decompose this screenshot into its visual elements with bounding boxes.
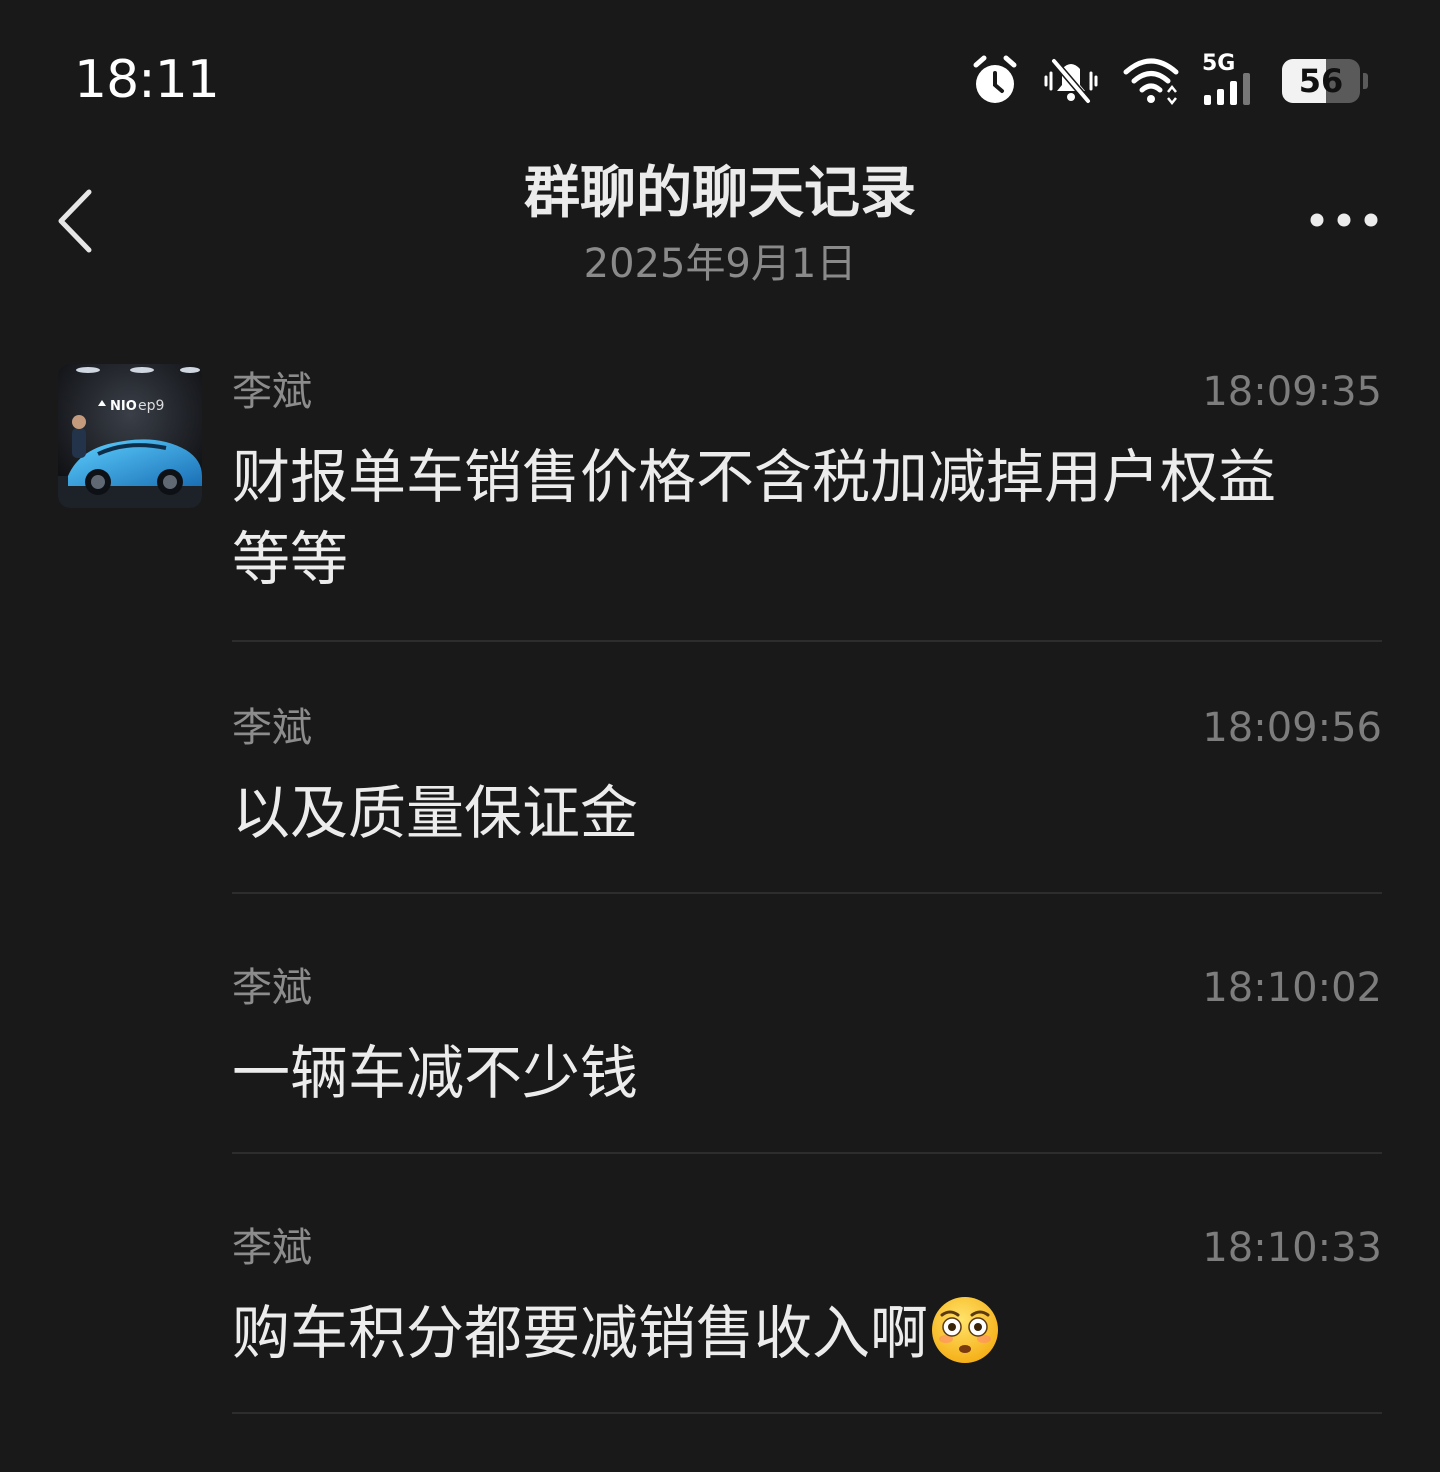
more-button[interactable]	[1304, 190, 1384, 250]
avatar-logo-text: NIO	[110, 399, 137, 414]
message-time: 18:09:35	[1202, 369, 1382, 415]
message-time: 18:10:33	[1202, 1225, 1382, 1271]
status-time: 18:11	[74, 50, 220, 110]
message-item[interactable]: 李斌 18:10:02 一辆车减不少钱	[232, 960, 1382, 1154]
avatar-model-text: ep9	[138, 398, 164, 414]
avatar[interactable]: NIO ep9	[58, 364, 202, 508]
message-item[interactable]: 李斌 18:10:33 购车积分都要减销售收入啊	[232, 1220, 1382, 1414]
page-date: 2025年9月1日	[583, 241, 857, 287]
alarm-icon	[970, 55, 1020, 107]
message-time: 18:09:56	[1202, 705, 1382, 751]
mute-icon	[1042, 55, 1100, 107]
more-dots-icon	[1310, 213, 1378, 227]
page-title: 群聊的聊天记录	[524, 161, 916, 226]
status-icons: 5G 56	[970, 51, 1368, 110]
flushed-face-emoji	[932, 1297, 999, 1363]
message-time: 18:10:02	[1202, 965, 1382, 1011]
message-sender: 李斌	[232, 369, 312, 415]
battery-level: 56	[1298, 62, 1344, 100]
message-text: 购车积分都要减销售收入啊	[232, 1299, 929, 1367]
message-sender: 李斌	[232, 1225, 312, 1271]
message-sender: 李斌	[232, 705, 312, 751]
message-text: 一辆车减不少钱	[232, 1039, 639, 1107]
message-item[interactable]: 李斌 18:09:56 以及质量保证金	[232, 700, 1382, 894]
header: 群聊的聊天记录 2025年9月1日	[0, 150, 1440, 300]
signal-icon: 5G	[1202, 51, 1260, 107]
message-text-row: 购车积分都要减销售收入啊	[232, 1292, 1342, 1374]
message-sender: 李斌	[232, 965, 312, 1011]
status-bar: 18:11 5G 56	[0, 0, 1440, 160]
message-text: 以及质量保证金	[232, 779, 639, 847]
message-text: 财报单车销售价格不含税加减掉用户权益等等	[232, 443, 1277, 593]
message-item[interactable]: 李斌 18:09:35 财报单车销售价格不含税加减掉用户权益等等	[232, 364, 1382, 642]
wifi-icon	[1122, 56, 1180, 106]
battery-icon: 56	[1282, 59, 1368, 103]
